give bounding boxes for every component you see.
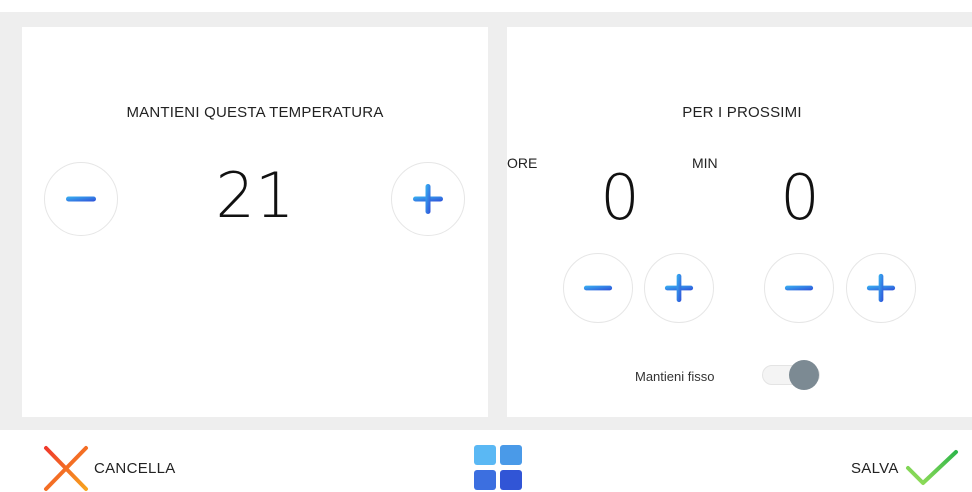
plus-icon bbox=[866, 273, 896, 303]
cancel-button[interactable]: CANCELLA bbox=[42, 445, 176, 492]
minutes-label: MIN bbox=[692, 155, 718, 171]
minus-icon bbox=[66, 196, 96, 202]
plus-icon bbox=[664, 273, 694, 303]
toggle-knob bbox=[789, 360, 819, 390]
temperature-increase-button[interactable] bbox=[391, 162, 465, 236]
hours-value: 0 bbox=[600, 161, 640, 234]
temperature-title: MANTIENI QUESTA TEMPERATURA bbox=[126, 104, 384, 121]
checkmark-icon bbox=[905, 450, 958, 485]
hold-fixed-label: Mantieni fisso bbox=[635, 369, 715, 384]
temperature-value: 21 bbox=[215, 159, 295, 232]
hours-decrease-button[interactable] bbox=[563, 253, 633, 323]
close-x-icon bbox=[44, 446, 88, 491]
temperature-decrease-button[interactable] bbox=[44, 162, 118, 236]
duration-title: PER I PROSSIMI bbox=[682, 104, 802, 121]
minutes-value: 0 bbox=[780, 161, 820, 234]
grid-square bbox=[474, 470, 496, 490]
minutes-increase-button[interactable] bbox=[846, 253, 916, 323]
hold-fixed-toggle[interactable] bbox=[759, 360, 827, 390]
grid-square bbox=[500, 445, 522, 465]
temperature-panel: MANTIENI QUESTA TEMPERATURA 21 bbox=[22, 27, 488, 417]
cancel-label: CANCELLA bbox=[94, 460, 176, 477]
top-strip bbox=[0, 0, 972, 12]
minus-icon bbox=[583, 285, 613, 291]
duration-panel: PER I PROSSIMI ORE 0 MIN 0 Mantieni fiss… bbox=[507, 27, 972, 417]
minus-icon bbox=[784, 285, 814, 291]
save-label: SALVA bbox=[851, 459, 899, 477]
hours-increase-button[interactable] bbox=[644, 253, 714, 323]
grid-square bbox=[500, 470, 522, 490]
grid-menu-button[interactable] bbox=[472, 443, 524, 492]
minutes-decrease-button[interactable] bbox=[764, 253, 834, 323]
plus-icon bbox=[413, 184, 443, 214]
save-button[interactable]: SALVA bbox=[851, 448, 959, 488]
grid-square bbox=[474, 445, 496, 465]
hours-label: ORE bbox=[507, 155, 538, 171]
